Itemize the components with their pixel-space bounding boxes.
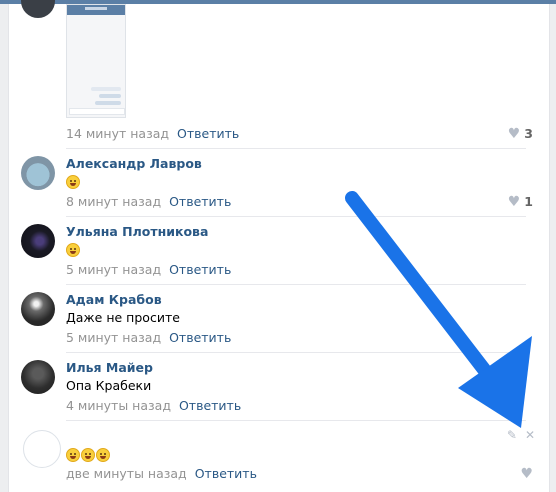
pencil-icon[interactable]: ✎ [507, 428, 517, 442]
comment-meta: 5 минут назад Ответить [66, 262, 231, 277]
comment-meta: 5 минут назад Ответить [66, 330, 231, 345]
comment-time[interactable]: 14 минут назад [66, 126, 169, 141]
screenshot-title [85, 7, 107, 10]
comment-time[interactable]: 5 минут назад [66, 330, 161, 345]
like-button[interactable]: ♥ 1 [508, 194, 533, 210]
comment-tools: ✎ ✕ [499, 428, 535, 442]
rofl-emoji [66, 242, 80, 257]
divider [66, 420, 526, 421]
avatar[interactable] [21, 224, 55, 258]
comment-meta: 8 минут назад Ответить [66, 194, 231, 209]
screenshot-input [69, 108, 125, 115]
heart-icon: ♥ [520, 466, 533, 482]
avatar[interactable] [21, 360, 55, 394]
screenshot-bubble [91, 87, 121, 91]
heart-icon: ♥ [507, 194, 521, 210]
comment-time[interactable]: 4 минуты назад [66, 398, 171, 413]
comment-text [66, 241, 81, 257]
heart-icon: ♥ [507, 126, 521, 142]
like-button[interactable]: ♥ 3 [508, 126, 533, 142]
comment-time[interactable]: 8 минут назад [66, 194, 161, 209]
avatar[interactable] [23, 430, 61, 468]
reply-link[interactable]: Ответить [195, 466, 257, 481]
like-count: 3 [524, 126, 533, 141]
reply-link[interactable]: Ответить [179, 398, 241, 413]
author-name[interactable]: Илья Майер [66, 360, 153, 375]
divider [66, 148, 526, 149]
grin-emoji [96, 447, 110, 462]
avatar[interactable] [21, 156, 55, 190]
reply-link[interactable]: Ответить [169, 194, 231, 209]
like-button[interactable]: ♥ [520, 466, 533, 482]
grin-emoji [66, 447, 80, 462]
divider [66, 352, 526, 353]
comment-meta: 14 минут назад Ответить [66, 126, 239, 141]
author-name[interactable]: Адам Крабов [66, 292, 162, 307]
reply-link[interactable]: Ответить [177, 126, 239, 141]
divider [66, 284, 526, 285]
screenshot-bubble [99, 94, 121, 98]
reply-link[interactable]: Ответить [169, 330, 231, 345]
author-name[interactable]: Александр Лавров [66, 156, 202, 171]
comments-card: 14 минут назад Ответить ♥ 3 Александр Лавр… [8, 0, 550, 492]
comment-text: Опа Крабеки [66, 378, 152, 393]
author-name[interactable]: Ульяна Плотникова [66, 224, 208, 239]
comment-text [66, 173, 81, 189]
comment-text [66, 446, 111, 462]
close-icon[interactable]: ✕ [525, 428, 535, 442]
rofl-emoji [66, 174, 80, 189]
grin-emoji [81, 447, 95, 462]
comment-text: Даже не просите [66, 310, 180, 325]
reply-link[interactable]: Ответить [169, 262, 231, 277]
attached-screenshot[interactable] [66, 4, 126, 118]
comment-meta: 4 минуты назад Ответить [66, 398, 241, 413]
like-count: 1 [524, 194, 533, 209]
avatar[interactable] [21, 292, 55, 326]
comment-time[interactable]: две минуты назад [66, 466, 187, 481]
comment-meta: две минуты назад Ответить [66, 466, 257, 481]
avatar[interactable] [21, 0, 55, 18]
screenshot-bubble [95, 101, 121, 105]
comment-time[interactable]: 5 минут назад [66, 262, 161, 277]
divider [66, 216, 526, 217]
